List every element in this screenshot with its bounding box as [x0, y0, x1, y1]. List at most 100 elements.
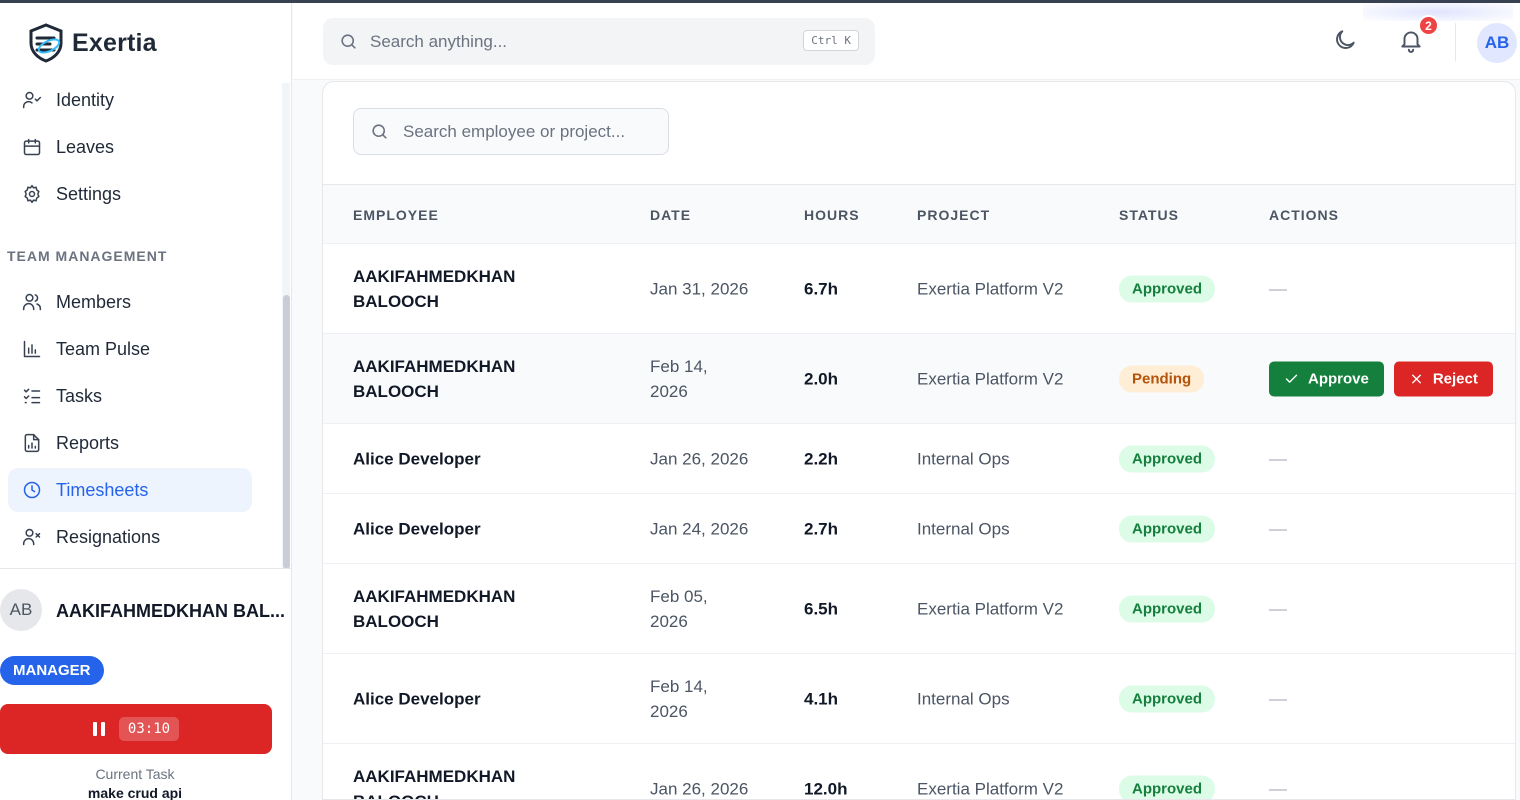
calendar-icon: [23, 138, 41, 156]
column-header-actions: ACTIONS: [1269, 207, 1339, 223]
user-check-icon: [22, 91, 42, 109]
reject-label: Reject: [1432, 370, 1478, 387]
entry-hours: 6.7h: [804, 279, 839, 298]
status-cell: Approved: [1119, 595, 1216, 622]
table-row[interactable]: AAKIFAHMEDKHAN BALOOCH Jan 26, 2026 12.0…: [323, 744, 1515, 800]
table-row[interactable]: Alice Developer Feb 14, 2026 4.1h Intern…: [323, 654, 1515, 744]
notification-count-badge: 2: [1418, 15, 1439, 36]
approve-button[interactable]: Approve: [1269, 361, 1384, 396]
column-header-hours: HOURS: [804, 207, 860, 223]
sidebar-item-label: Team Pulse: [56, 338, 151, 359]
table-row[interactable]: AAKIFAHMEDKHAN BALOOCH Feb 14, 2026 2.0h…: [323, 334, 1515, 424]
table-row[interactable]: AAKIFAHMEDKHAN BALOOCH Jan 31, 2026 6.7h…: [323, 244, 1515, 334]
sidebar-item-label: Leaves: [56, 136, 115, 157]
section-title-team-management: TEAM MANAGEMENT: [7, 248, 168, 264]
timesheets-card: Search employee or project... EMPLOYEE D…: [322, 81, 1516, 800]
sidebar-scrollbar-thumb[interactable]: [283, 295, 290, 569]
employee-name: AAKIFAHMEDKHAN BALOOCH: [353, 767, 516, 799]
sidebar-item-resignations[interactable]: Resignations: [8, 515, 252, 559]
column-header-project: PROJECT: [917, 207, 991, 223]
sidebar-item-leaves[interactable]: Leaves: [8, 125, 252, 169]
entry-date: Jan 31, 2026: [650, 279, 749, 298]
project-name: Exertia Platform V2: [917, 599, 1064, 618]
status-badge: Approved: [1119, 685, 1216, 712]
status-badge: Approved: [1119, 275, 1216, 302]
status-badge: Approved: [1119, 595, 1216, 622]
entry-date: Feb 14, 2026: [650, 676, 708, 721]
column-header-status: STATUS: [1119, 207, 1179, 223]
gear-icon: [24, 184, 40, 204]
pause-timer-button[interactable]: 03:10: [0, 704, 272, 754]
project-name: Internal Ops: [917, 689, 1010, 708]
no-actions-dash: [1269, 276, 1287, 301]
close-icon: [1411, 374, 1421, 383]
sidebar-item-members[interactable]: Members: [8, 280, 252, 324]
table-row[interactable]: Alice Developer Jan 26, 2026 2.2h Intern…: [323, 424, 1515, 494]
avatar[interactable]: AB: [1477, 23, 1517, 63]
status-cell: Approved: [1119, 445, 1216, 472]
sidebar-item-label: Settings: [56, 183, 122, 204]
employee-name: Alice Developer: [353, 689, 481, 708]
table-row[interactable]: Alice Developer Jan 24, 2026 2.7h Intern…: [323, 494, 1515, 564]
moon-icon: [1336, 30, 1355, 49]
sidebar-item-tasks[interactable]: Tasks: [8, 374, 252, 418]
status-cell: Approved: [1119, 515, 1216, 542]
search-placeholder: Search anything...: [370, 31, 508, 51]
status-cell: Approved: [1119, 775, 1216, 799]
sidebar-item-identity[interactable]: Identity: [8, 78, 252, 122]
brand-logo[interactable]: Exertia: [28, 23, 157, 63]
entry-hours: 2.2h: [804, 449, 839, 468]
check-icon: [1285, 374, 1298, 383]
no-actions-dash: [1269, 777, 1287, 800]
sidebar-item-timesheets[interactable]: Timesheets: [8, 468, 252, 512]
entry-date: Feb 05, 2026: [650, 586, 708, 631]
entry-date: Jan 26, 2026: [650, 779, 749, 799]
status-badge: Approved: [1119, 515, 1216, 542]
employee-name: Alice Developer: [353, 519, 481, 538]
decorative-glow: [1363, 3, 1513, 21]
topbar: Search anything... Ctrl K 2 AB: [293, 3, 1520, 80]
sidebar-item-reports[interactable]: Reports: [8, 421, 252, 465]
entry-date: Feb 14, 2026: [650, 356, 708, 401]
user-x-icon: [22, 528, 41, 546]
status-cell: Pending: [1119, 365, 1205, 392]
list-checks-icon: [23, 388, 41, 404]
column-header-date: DATE: [650, 207, 692, 223]
employee-name: AAKIFAHMEDKHAN BALOOCH: [353, 586, 516, 631]
entry-hours: 12.0h: [804, 779, 848, 799]
pause-icon: [92, 722, 105, 736]
clock-icon: [23, 481, 41, 499]
brand-name: Exertia: [72, 28, 157, 57]
no-actions-dash: [1269, 516, 1287, 541]
current-task-label: Current Task: [95, 766, 175, 782]
entry-date: Jan 24, 2026: [650, 519, 749, 538]
status-badge: Approved: [1119, 445, 1216, 472]
theme-toggle-button[interactable]: [1332, 27, 1358, 53]
project-name: Exertia Platform V2: [917, 279, 1064, 298]
user-name: AAKIFAHMEDKHAN BAL...: [56, 601, 285, 621]
sidebar-item-settings[interactable]: Settings: [8, 172, 252, 216]
approve-label: Approve: [1308, 370, 1369, 387]
sidebar-item-label: Reports: [56, 432, 120, 453]
status-badge: Pending: [1119, 365, 1205, 392]
sidebar-divider: [0, 568, 292, 569]
sidebar-item-team-pulse[interactable]: Team Pulse: [8, 327, 252, 371]
current-task-name: make crud api: [87, 785, 183, 800]
global-search-input[interactable]: Search anything... Ctrl K: [323, 18, 875, 65]
employee-name: AAKIFAHMEDKHAN BALOOCH: [353, 266, 516, 311]
table-header: EMPLOYEE DATE HOURS PROJECT STATUS ACTIO…: [323, 184, 1515, 244]
status-badge: Approved: [1119, 775, 1216, 799]
entry-hours: 6.5h: [804, 599, 839, 618]
report-file-icon: [24, 433, 40, 453]
timer-time: 03:10: [118, 717, 180, 741]
table-row[interactable]: AAKIFAHMEDKHAN BALOOCH Feb 05, 2026 6.5h…: [323, 564, 1515, 654]
row-actions: Approve Reject: [1269, 361, 1493, 396]
status-cell: Approved: [1119, 685, 1216, 712]
status-cell: Approved: [1119, 275, 1216, 302]
sidebar: Exertia Identity Leaves Settings TEAM MA…: [0, 3, 292, 800]
avatar[interactable]: AB: [0, 589, 42, 631]
bar-chart-icon: [23, 340, 41, 358]
reject-button[interactable]: Reject: [1393, 361, 1493, 396]
employee-project-search-input[interactable]: Search employee or project...: [353, 108, 669, 155]
entry-date: Jan 26, 2026: [650, 449, 749, 468]
